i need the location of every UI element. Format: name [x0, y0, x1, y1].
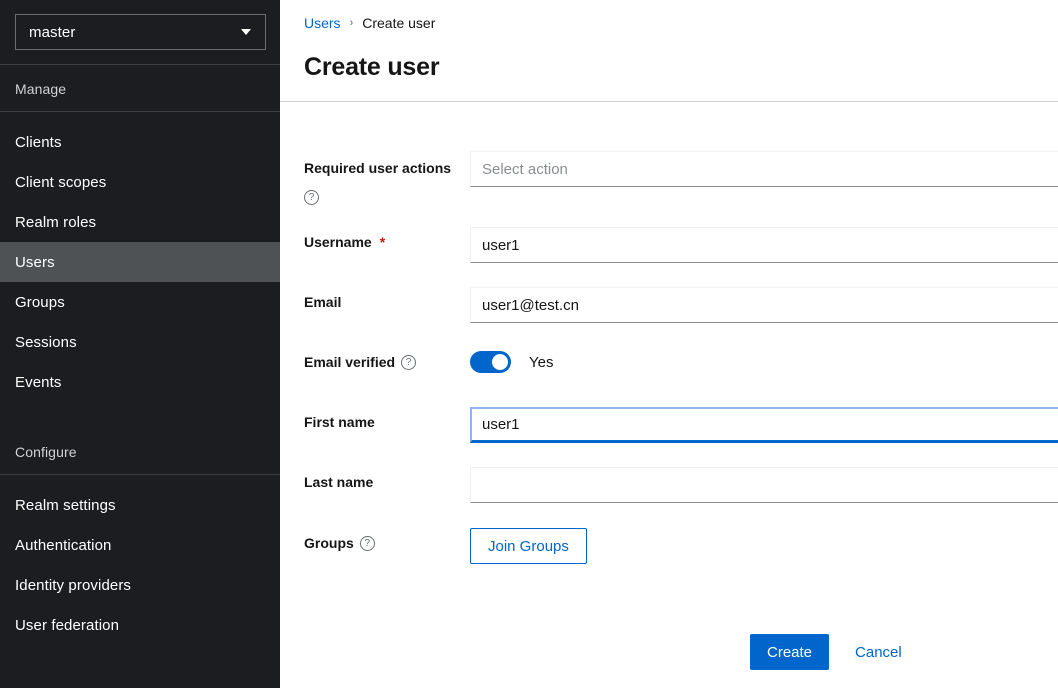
- email-input[interactable]: [470, 287, 1058, 323]
- create-user-form: Required user actions ? Username *: [280, 102, 1058, 670]
- sidebar-item-label: User federation: [15, 616, 120, 634]
- join-groups-button[interactable]: Join Groups: [470, 528, 587, 564]
- realm-selector-value: master: [29, 23, 76, 41]
- sidebar-item-label: Clients: [15, 133, 62, 151]
- sidebar-item-sessions[interactable]: Sessions: [0, 322, 280, 362]
- breadcrumb-link-users[interactable]: Users: [304, 15, 341, 31]
- email-verified-toggle-group: Yes: [470, 347, 1058, 377]
- sidebar-divider-manage: [0, 111, 280, 112]
- field-last-name: [470, 467, 1058, 503]
- question-circle-icon[interactable]: ?: [359, 536, 375, 551]
- label-text: Last name: [304, 474, 374, 490]
- field-username: [470, 227, 1058, 263]
- page-header: Users › Create user Create user: [280, 0, 1058, 102]
- form-actions: Create Cancel: [280, 634, 1058, 670]
- label-text: Required user actions: [304, 160, 452, 176]
- last-name-input[interactable]: [470, 467, 1058, 503]
- label-groups: Groups ?: [304, 528, 470, 551]
- cancel-button[interactable]: Cancel: [847, 644, 910, 661]
- question-circle-icon[interactable]: ?: [304, 190, 319, 205]
- sidebar-item-label: Realm roles: [15, 213, 97, 231]
- label-text: Email: [304, 294, 342, 310]
- page-title: Create user: [304, 53, 440, 81]
- sidebar-item-realm-roles[interactable]: Realm roles: [0, 202, 280, 242]
- field-groups: Join Groups: [470, 528, 1058, 564]
- toggle-knob: [492, 354, 508, 370]
- breadcrumb-current: Create user: [362, 15, 436, 31]
- sidebar-item-groups[interactable]: Groups: [0, 282, 280, 322]
- field-email: [470, 287, 1058, 323]
- field-first-name: [470, 407, 1058, 443]
- field-required-user-actions: [470, 151, 1058, 187]
- sidebar-item-identity-providers[interactable]: Identity providers: [0, 565, 280, 605]
- label-text: Email verified: [304, 354, 396, 370]
- sidebar-item-users[interactable]: Users: [0, 242, 280, 282]
- label-required-user-actions: Required user actions ?: [304, 151, 470, 205]
- realm-selector[interactable]: master: [15, 14, 266, 50]
- required-marker: *: [379, 234, 386, 250]
- first-name-input[interactable]: [470, 407, 1058, 443]
- required-user-actions-select[interactable]: [470, 151, 1058, 187]
- form-row-groups: Groups ? Join Groups: [280, 528, 1058, 564]
- sidebar-item-label: Groups: [15, 293, 65, 311]
- form-row-email-verified: Email verified ? Yes: [280, 347, 1058, 377]
- sidebar: master Manage Clients Client scopes Real…: [0, 0, 280, 688]
- create-button[interactable]: Create: [750, 634, 830, 670]
- form-row-email: Email: [280, 287, 1058, 323]
- main-content: Users › Create user Create user Required…: [280, 0, 1058, 688]
- sidebar-item-label: Users: [15, 253, 55, 271]
- sidebar-section-title-manage: Manage: [15, 81, 67, 97]
- email-verified-state: Yes: [529, 353, 554, 371]
- sidebar-item-user-federation[interactable]: User federation: [0, 605, 280, 645]
- label-text: Groups: [304, 535, 354, 551]
- sidebar-item-client-scopes[interactable]: Client scopes: [0, 162, 280, 202]
- sidebar-item-label: Realm settings: [15, 496, 116, 514]
- sidebar-divider-configure: [0, 474, 280, 475]
- label-first-name: First name: [304, 407, 470, 430]
- realm-selector-container: master: [0, 0, 280, 64]
- sidebar-item-realm-settings[interactable]: Realm settings: [0, 485, 280, 525]
- label-text: Username: [304, 234, 372, 250]
- label-username: Username *: [304, 227, 470, 250]
- sidebar-item-clients[interactable]: Clients: [0, 122, 280, 162]
- form-row-first-name: First name: [280, 407, 1058, 443]
- label-last-name: Last name: [304, 467, 470, 490]
- label-text: First name: [304, 414, 375, 430]
- breadcrumb-separator-icon: ›: [349, 17, 354, 29]
- sidebar-item-label: Authentication: [15, 536, 112, 554]
- label-email: Email: [304, 287, 470, 310]
- question-circle-icon[interactable]: ?: [401, 355, 417, 370]
- sidebar-item-label: Identity providers: [15, 576, 132, 594]
- chevron-down-icon: [241, 29, 251, 35]
- sidebar-item-label: Events: [15, 373, 62, 391]
- label-email-verified: Email verified ?: [304, 347, 470, 370]
- sidebar-item-label: Client scopes: [15, 173, 107, 191]
- sidebar-section-title-configure: Configure: [15, 444, 77, 460]
- sidebar-item-label: Sessions: [15, 333, 77, 351]
- username-input[interactable]: [470, 227, 1058, 263]
- form-row-last-name: Last name: [280, 467, 1058, 503]
- email-verified-toggle[interactable]: [470, 351, 511, 373]
- form-row-required-user-actions: Required user actions ?: [280, 151, 1058, 205]
- sidebar-item-authentication[interactable]: Authentication: [0, 525, 280, 565]
- field-email-verified: Yes: [470, 347, 1058, 377]
- form-row-username: Username *: [280, 227, 1058, 263]
- app-root: master Manage Clients Client scopes Real…: [0, 0, 1058, 688]
- sidebar-item-events[interactable]: Events: [0, 362, 280, 402]
- breadcrumb: Users › Create user: [304, 14, 1058, 32]
